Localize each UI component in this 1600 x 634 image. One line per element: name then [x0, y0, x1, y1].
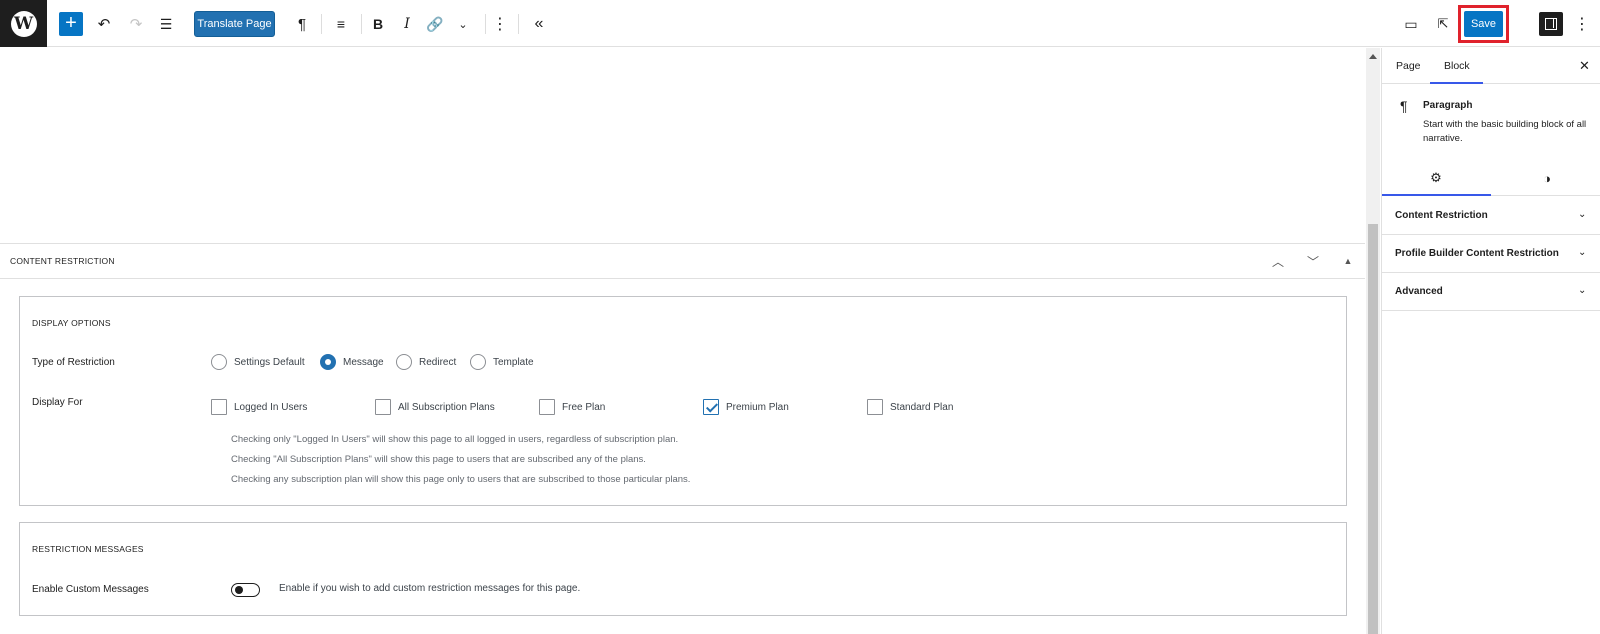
wordpress-logo-button[interactable]: W	[0, 0, 47, 47]
custom-messages-description: Enable if you wish to add custom restric…	[279, 583, 581, 594]
type-of-restriction-label: Type of Restriction	[32, 357, 115, 368]
section-label: Profile Builder Content Restriction	[1395, 248, 1559, 259]
sidebar-icon	[1545, 18, 1557, 30]
gear-icon[interactable]: ⚙	[1428, 170, 1444, 186]
chevron-down-icon: ⌄	[1578, 285, 1587, 296]
canvas-scrollbar[interactable]	[1366, 48, 1380, 634]
settings-sidebar-toggle[interactable]	[1539, 12, 1563, 36]
editor-toolbar: W + ↶ ↷ ☰ Translate Page ¶ ≡ B I 🔗 ⌄ ⋮ «…	[0, 0, 1600, 47]
help-text: Checking any subscription plan will show…	[231, 474, 691, 485]
active-tab-indicator	[1430, 82, 1483, 84]
translate-page-button[interactable]: Translate Page	[194, 11, 275, 37]
section-label: Content Restriction	[1395, 210, 1488, 221]
checkbox[interactable]	[375, 399, 391, 415]
checkbox-label: Premium Plan	[726, 401, 789, 413]
move-down-icon[interactable]: ﹀	[1303, 251, 1323, 271]
scroll-up-arrow[interactable]	[1369, 54, 1377, 59]
options-menu-icon[interactable]: ⋮	[1572, 12, 1592, 36]
styles-contrast-icon[interactable]: ◑	[1539, 170, 1555, 186]
checkbox-label: Free Plan	[562, 401, 606, 413]
help-text: Checking "All Subscription Plans" will s…	[231, 454, 646, 465]
document-overview-icon[interactable]: ☰	[154, 12, 178, 36]
radio-redirect[interactable]: Redirect	[396, 354, 456, 370]
tab-block[interactable]: Block	[1444, 60, 1470, 72]
link-icon[interactable]: 🔗	[423, 12, 447, 36]
chevron-down-icon: ⌄	[1578, 247, 1587, 258]
align-icon[interactable]: ≡	[329, 12, 353, 36]
checkbox-logged-in-users[interactable]: Logged In Users	[211, 399, 307, 415]
display-for-label: Display For	[32, 397, 83, 408]
settings-sidebar: Page Block ✕ ¶ Paragraph Start with the …	[1381, 48, 1600, 634]
restriction-messages-title: RESTRICTION MESSAGES	[32, 544, 144, 554]
toolbar-divider	[321, 14, 322, 34]
chevron-down-icon: ⌄	[1578, 209, 1587, 220]
scrollbar-thumb[interactable]	[1368, 224, 1378, 634]
wordpress-icon: W	[10, 10, 37, 37]
panel-advanced[interactable]: Advanced ⌄	[1382, 273, 1600, 311]
toolbar-divider	[485, 14, 486, 34]
undo-icon[interactable]: ↶	[92, 12, 116, 36]
radio-button-selected[interactable]	[320, 354, 336, 370]
save-highlight-box: Save	[1458, 5, 1509, 43]
block-name: Paragraph	[1423, 100, 1473, 111]
active-subtab-indicator	[1382, 194, 1491, 196]
view-page-external-icon[interactable]: ⇱	[1431, 12, 1455, 36]
panel-content-restriction[interactable]: Content Restriction ⌄	[1382, 197, 1600, 235]
display-options-title: DISPLAY OPTIONS	[32, 318, 111, 328]
help-text: Checking only "Logged In Users" will sho…	[231, 434, 679, 445]
radio-label: Template	[493, 356, 534, 368]
italic-icon[interactable]: I	[395, 12, 419, 36]
block-description: Start with the basic building block of a…	[1423, 119, 1587, 144]
paragraph-icon: ¶	[1400, 98, 1408, 114]
toolbar-divider	[361, 14, 362, 34]
collapse-toolbar-icon[interactable]: «	[527, 12, 551, 36]
more-formats-chevron-icon[interactable]: ⌄	[451, 12, 475, 36]
section-label: Advanced	[1395, 286, 1443, 297]
panel-profile-builder-content-restriction[interactable]: Profile Builder Content Restriction ⌄	[1382, 235, 1600, 273]
checkbox-all-subscription-plans[interactable]: All Subscription Plans	[375, 399, 495, 415]
checkbox-checked[interactable]	[703, 399, 719, 415]
enable-custom-messages-label: Enable Custom Messages	[32, 584, 149, 595]
checkbox-free-plan[interactable]: Free Plan	[539, 399, 605, 415]
paragraph-icon[interactable]: ¶	[290, 12, 314, 36]
preview-device-icon[interactable]: ▭	[1399, 12, 1423, 36]
radio-button[interactable]	[470, 354, 486, 370]
radio-settings-default[interactable]: Settings Default	[211, 354, 305, 370]
collapse-metabox-icon[interactable]: ▲	[1338, 251, 1358, 271]
custom-messages-toggle[interactable]	[231, 583, 260, 597]
checkbox[interactable]	[539, 399, 555, 415]
content-restriction-metabox-header: CONTENT RESTRICTION ︿ ﹀ ▲	[0, 243, 1365, 279]
checkbox-label: Logged In Users	[234, 401, 308, 413]
save-button[interactable]: Save	[1464, 11, 1503, 37]
checkbox[interactable]	[211, 399, 227, 415]
restriction-messages-panel: RESTRICTION MESSAGES Enable Custom Messa…	[19, 522, 1347, 616]
toolbar-divider	[518, 14, 519, 34]
metabox-title: CONTENT RESTRICTION	[10, 256, 115, 266]
checkbox-premium-plan[interactable]: Premium Plan	[703, 399, 789, 415]
tab-page[interactable]: Page	[1396, 60, 1421, 72]
radio-template[interactable]: Template	[470, 354, 534, 370]
radio-label: Redirect	[419, 356, 457, 368]
display-options-panel: DISPLAY OPTIONS Type of Restriction Sett…	[19, 296, 1347, 506]
radio-label: Message	[343, 356, 384, 368]
checkbox[interactable]	[867, 399, 883, 415]
checkbox-label: All Subscription Plans	[398, 401, 495, 413]
radio-button[interactable]	[211, 354, 227, 370]
checkbox-standard-plan[interactable]: Standard Plan	[867, 399, 953, 415]
bold-icon[interactable]: B	[366, 12, 390, 36]
redo-icon[interactable]: ↷	[124, 12, 148, 36]
move-up-icon[interactable]: ︿	[1268, 251, 1288, 271]
radio-message[interactable]: Message	[320, 354, 384, 370]
block-inspector-tabs: ⚙ ◑	[1382, 158, 1600, 196]
radio-button[interactable]	[396, 354, 412, 370]
add-block-button[interactable]: +	[59, 12, 83, 36]
checkbox-label: Standard Plan	[890, 401, 954, 413]
sidebar-tabs: Page Block ✕	[1382, 48, 1600, 84]
close-icon[interactable]: ✕	[1579, 58, 1590, 74]
block-options-icon[interactable]: ⋮	[488, 12, 512, 36]
radio-label: Settings Default	[234, 356, 305, 368]
